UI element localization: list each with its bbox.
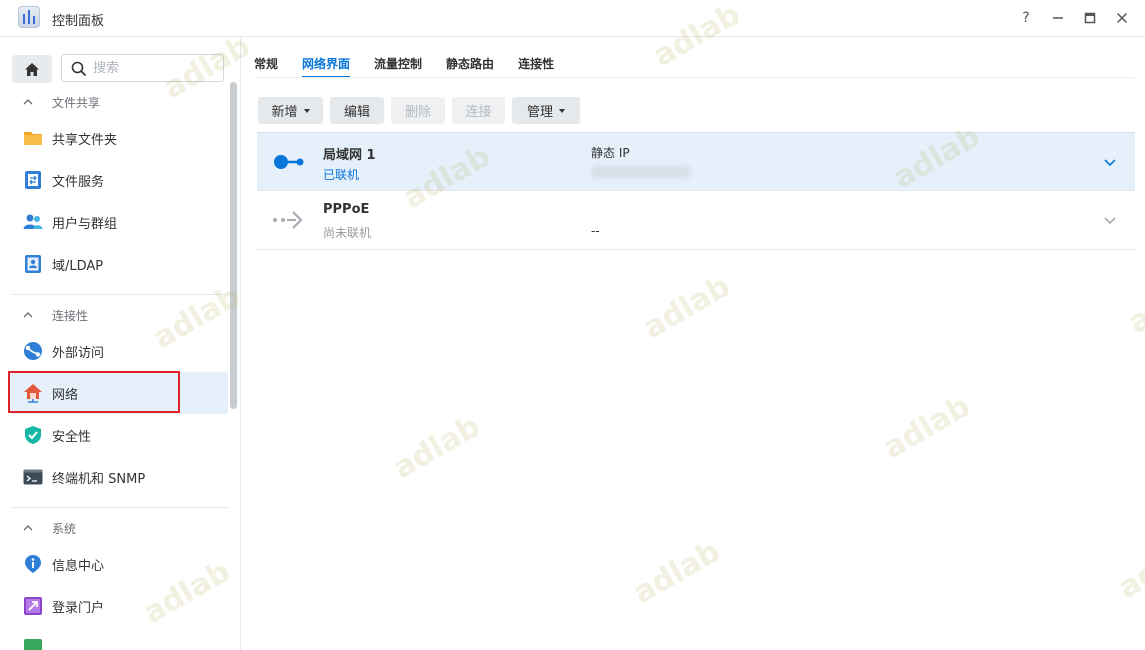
delete-button[interactable]: 删除 — [391, 97, 445, 124]
sidebar-item-partial[interactable] — [10, 627, 228, 650]
delete-button-label: 删除 — [404, 105, 431, 120]
interface-row-lan1[interactable]: 局域网 1 已联机 静态 IP — [257, 132, 1135, 191]
sidebar-scrollbar[interactable] — [230, 82, 237, 409]
edit-button-label: 编辑 — [343, 105, 370, 120]
sidebar-item-info-center[interactable]: 信息中心 — [10, 543, 228, 585]
create-button[interactable]: 新增 — [258, 97, 323, 124]
interface-ip-mode: 静态 IP — [591, 146, 630, 160]
sidebar-item-label: 文件服务 — [52, 174, 105, 190]
tab-bar: 常规 网络界面 流量控制 静态路由 连接性 — [254, 52, 578, 78]
section-label: 系统 — [52, 521, 77, 536]
section-divider — [12, 294, 228, 295]
chevron-up-icon — [23, 99, 33, 105]
chevron-up-icon — [23, 312, 33, 318]
tab-connectivity[interactable]: 连接性 — [518, 52, 554, 78]
lan-connected-icon — [274, 155, 304, 169]
sidebar-item-label: 域/LDAP — [52, 258, 104, 274]
sidebar-item-users-groups[interactable]: 用户与群组 — [10, 201, 228, 243]
sidebar-item-label: 信息中心 — [52, 558, 105, 574]
home-icon — [25, 62, 39, 76]
search-box[interactable] — [61, 54, 224, 82]
control-panel-app-icon — [18, 6, 40, 28]
connect-button[interactable]: 连接 — [452, 97, 505, 124]
search-icon — [71, 61, 87, 77]
sidebar-item-external-access[interactable]: 外部访问 — [10, 330, 228, 372]
redacted-ip-address — [591, 166, 691, 178]
sidebar-item-label: 用户与群组 — [52, 216, 118, 232]
chevron-down-icon[interactable] — [1103, 155, 1117, 169]
create-button-label: 新增 — [271, 105, 298, 120]
manage-button-label: 管理 — [526, 105, 553, 120]
interface-status: 已联机 — [323, 168, 360, 182]
tabs-divider — [254, 77, 1134, 78]
interface-status: 尚未联机 — [323, 226, 372, 240]
section-file-sharing[interactable]: 文件共享 — [22, 92, 100, 112]
sidebar-item-label: 终端机和 SNMP — [52, 471, 146, 487]
file-services-icon — [23, 170, 43, 190]
edit-button[interactable]: 编辑 — [330, 97, 384, 124]
interface-ip-address: -- — [591, 224, 600, 238]
shared-folder-icon — [23, 128, 43, 148]
section-system[interactable]: 系统 — [22, 518, 76, 538]
caret-down-icon — [303, 108, 310, 113]
section-label: 连接性 — [52, 308, 89, 323]
home-button[interactable] — [12, 55, 52, 83]
main-panel: 常规 网络界面 流量控制 静态路由 连接性 新增 编辑 删除 连接 管理 局域网… — [242, 38, 1145, 650]
chevron-down-icon[interactable] — [1103, 213, 1117, 227]
external-access-icon — [23, 341, 43, 361]
close-button[interactable] — [1112, 8, 1132, 28]
section-divider — [12, 507, 228, 508]
minimize-button[interactable] — [1048, 8, 1068, 28]
sidebar-item-label: 登录门户 — [52, 600, 105, 616]
sidebar-item-login-portal[interactable]: 登录门户 — [10, 585, 228, 627]
sidebar-item-domain-ldap[interactable]: 域/LDAP — [10, 243, 228, 285]
title-bar: 控制面板 ? — [0, 0, 1145, 37]
window-title: 控制面板 — [52, 14, 105, 29]
search-input[interactable] — [93, 59, 218, 77]
partial-item-icon — [23, 638, 43, 650]
terminal-icon — [23, 467, 43, 487]
sidebar-item-shared-folder[interactable]: 共享文件夹 — [10, 117, 228, 159]
sidebar-item-file-services[interactable]: 文件服务 — [10, 159, 228, 201]
help-icon[interactable]: ? — [1016, 8, 1036, 28]
sidebar-item-security[interactable]: 安全性 — [10, 414, 228, 456]
interface-name: 局域网 1 — [323, 148, 376, 163]
sidebar-item-network[interactable]: 网络 — [10, 372, 228, 414]
sidebar-item-label: 共享文件夹 — [52, 132, 118, 148]
connect-button-label: 连接 — [465, 105, 492, 120]
network-icon — [23, 383, 43, 403]
sidebar: 文件共享 共享文件夹 文件服务 用户与群组 域/LDAP 连接性 外部访问 — [0, 38, 241, 650]
login-portal-icon — [23, 596, 43, 616]
sidebar-item-terminal-snmp[interactable]: 终端机和 SNMP — [10, 456, 228, 498]
tab-traffic-control[interactable]: 流量控制 — [374, 52, 422, 78]
pppoe-disconnected-icon — [273, 211, 303, 229]
info-center-icon — [23, 554, 43, 574]
toolbar: 新增 编辑 删除 连接 管理 — [258, 97, 587, 124]
sidebar-item-label: 安全性 — [52, 429, 92, 445]
users-groups-icon — [23, 212, 43, 232]
caret-down-icon — [559, 108, 565, 113]
tab-general[interactable]: 常规 — [254, 52, 278, 78]
interface-name: PPPoE — [323, 202, 370, 217]
section-connectivity[interactable]: 连接性 — [22, 305, 88, 325]
manage-button[interactable]: 管理 — [512, 97, 580, 124]
tab-static-route[interactable]: 静态路由 — [446, 52, 494, 78]
section-label: 文件共享 — [52, 95, 101, 110]
maximize-button[interactable] — [1080, 8, 1100, 28]
interface-list: 局域网 1 已联机 静态 IP PPPoE 尚未联机 -- — [257, 132, 1135, 250]
sidebar-item-label: 外部访问 — [52, 345, 105, 361]
sidebar-item-label: 网络 — [52, 387, 79, 403]
interface-row-pppoe[interactable]: PPPoE 尚未联机 -- — [257, 191, 1135, 250]
security-shield-icon — [23, 425, 43, 445]
domain-ldap-icon — [23, 254, 43, 274]
chevron-up-icon — [23, 525, 33, 531]
tab-network-interface[interactable]: 网络界面 — [302, 52, 351, 78]
